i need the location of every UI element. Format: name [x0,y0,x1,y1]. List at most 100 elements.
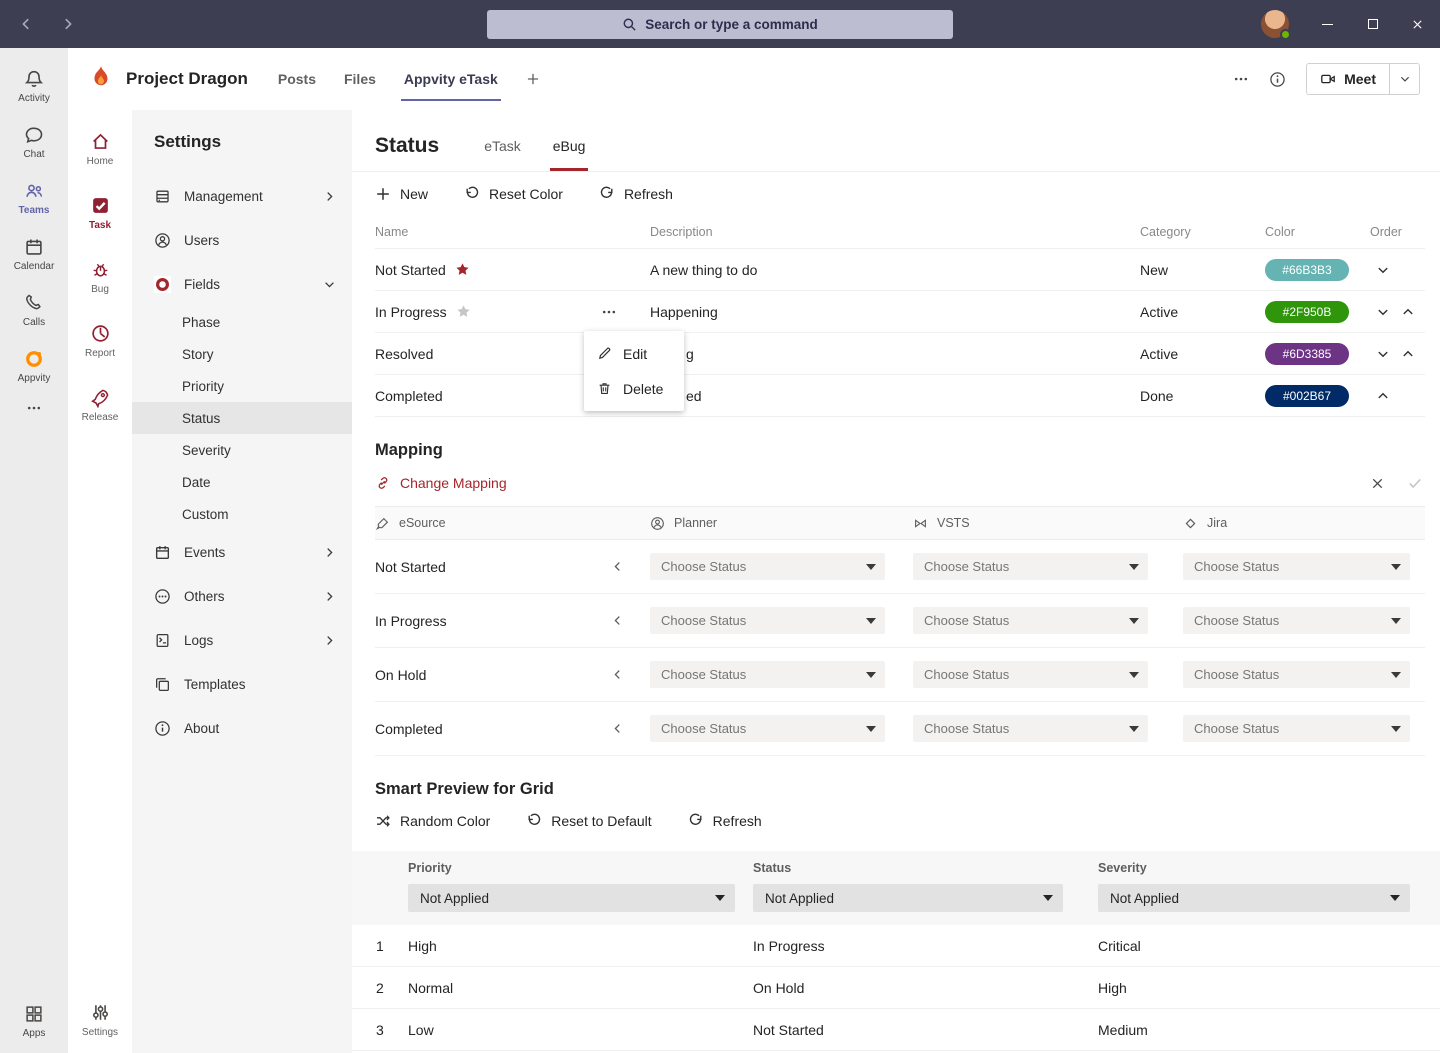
meet-button[interactable]: Meet [1306,63,1420,95]
vsts-status-dropdown[interactable]: Choose Status [913,661,1148,688]
tab-ebug[interactable]: eBug [550,138,589,171]
settings-item-events[interactable]: Events [132,530,352,574]
color-pill[interactable]: #2F950B [1265,301,1349,323]
minimize-button[interactable] [1305,0,1350,48]
tab-etask[interactable]: eTask [481,138,524,171]
jira-status-dropdown[interactable]: Choose Status [1183,715,1410,742]
close-button[interactable] [1395,0,1440,48]
order-down-icon[interactable] [1376,263,1390,277]
collapse-chevron-icon[interactable] [611,668,624,681]
collapse-chevron-icon[interactable] [611,614,624,627]
sidebar-item-chat[interactable]: Chat [0,116,68,168]
sidebar-item-calls[interactable]: Calls [0,284,68,336]
status-filter-dropdown[interactable]: Not Applied [753,884,1063,912]
sidebar-item-activity[interactable]: Activity [0,60,68,112]
planner-status-dropdown[interactable]: Choose Status [650,661,885,688]
more-apps-button[interactable] [26,400,42,416]
planner-status-dropdown[interactable]: Choose Status [650,715,885,742]
fields-donut-icon [154,276,171,293]
module-item-task[interactable]: Task [68,188,132,238]
order-down-icon[interactable] [1376,347,1390,361]
severity-filter-dropdown[interactable]: Not Applied [1098,884,1410,912]
dropdown-arrow-icon [866,726,876,732]
context-menu-edit[interactable]: Edit [584,336,684,371]
order-down-icon[interactable] [1376,305,1390,319]
row-more-button[interactable] [601,291,617,332]
module-item-bug[interactable]: Bug [68,252,132,302]
color-pill[interactable]: #66B3B3 [1265,259,1349,281]
settings-subitem-custom[interactable]: Custom [132,498,352,530]
settings-subitem-status[interactable]: Status [132,402,352,434]
planner-status-dropdown[interactable]: Choose Status [650,607,885,634]
vsts-status-dropdown[interactable]: Choose Status [913,553,1148,580]
forward-button[interactable] [58,14,78,34]
settings-item-others[interactable]: Others [132,574,352,618]
settings-item-about[interactable]: About [132,706,352,750]
vsts-status-dropdown[interactable]: Choose Status [913,715,1148,742]
confirm-mapping-icon[interactable] [1407,475,1423,491]
collapse-chevron-icon[interactable] [611,560,624,573]
refresh-button[interactable]: Refresh [599,186,673,202]
settings-subitem-story[interactable]: Story [132,338,352,370]
settings-item-templates[interactable]: Templates [132,662,352,706]
settings-subitem-phase[interactable]: Phase [132,306,352,338]
jira-status-dropdown[interactable]: Choose Status [1183,553,1410,580]
planner-status-dropdown[interactable]: Choose Status [650,553,885,580]
back-button[interactable] [16,14,36,34]
jira-status-dropdown[interactable]: Choose Status [1183,607,1410,634]
tab-posts[interactable]: Posts [278,48,316,110]
settings-subitem-date[interactable]: Date [132,466,352,498]
settings-item-management[interactable]: Management [132,174,352,218]
reset-to-default-button[interactable]: Reset to Default [526,813,651,829]
cancel-mapping-icon[interactable] [1370,476,1385,491]
sidebar-item-apps[interactable]: Apps [0,995,68,1047]
sidebar-item-appvity[interactable]: Appvity [0,340,68,392]
settings-item-fields[interactable]: Fields [132,262,352,306]
context-menu-delete[interactable]: Delete [584,371,684,406]
color-pill[interactable]: #6D3385 [1265,343,1349,365]
random-color-button[interactable]: Random Color [375,813,490,829]
preview-status: On Hold [753,980,1098,996]
priority-filter-dropdown[interactable]: Not Applied [408,884,735,912]
more-options-button[interactable] [1233,71,1249,87]
favorite-star-icon[interactable] [456,304,471,319]
module-item-release[interactable]: Release [68,380,132,430]
preview-refresh-button[interactable]: Refresh [688,813,762,829]
module-item-home[interactable]: Home [68,124,132,174]
order-up-icon[interactable] [1401,305,1415,319]
order-up-icon[interactable] [1376,389,1390,403]
module-item-settings[interactable]: Settings [68,995,132,1045]
order-up-icon[interactable] [1401,347,1415,361]
new-button[interactable]: New [375,186,428,202]
preview-priority: Normal [408,980,753,996]
add-tab-button[interactable] [526,72,540,86]
color-pill[interactable]: #002B67 [1265,385,1349,407]
maximize-button[interactable] [1350,0,1395,48]
sidebar-item-calendar[interactable]: Calendar [0,228,68,280]
change-mapping-button[interactable]: Change Mapping [375,475,507,491]
avatar[interactable] [1261,10,1289,38]
info-button[interactable] [1269,71,1286,88]
collapse-chevron-icon[interactable] [611,722,624,735]
esource-status: Not Started [375,559,446,575]
sidebar-item-teams[interactable]: Teams [0,172,68,224]
settings-subitem-severity[interactable]: Severity [132,434,352,466]
settings-item-users[interactable]: Users [132,218,352,262]
search-input[interactable]: Search or type a command [487,10,953,39]
settings-item-logs[interactable]: Logs [132,618,352,662]
rail-label: Activity [18,93,50,104]
esource-status: In Progress [375,613,447,629]
rail-label: Chat [23,149,44,160]
vsts-status-dropdown[interactable]: Choose Status [913,607,1148,634]
dropdown-arrow-icon [1391,672,1401,678]
reset-color-button[interactable]: Reset Color [464,186,563,202]
jira-status-dropdown[interactable]: Choose Status [1183,661,1410,688]
dropdown-arrow-icon [715,895,725,901]
mapping-title: Mapping [352,417,1440,460]
tab-files[interactable]: Files [344,48,376,110]
favorite-star-icon[interactable] [455,262,470,277]
tab-appvity-etask[interactable]: Appvity eTask [404,48,498,110]
module-item-report[interactable]: Report [68,316,132,366]
meet-dropdown-button[interactable] [1389,64,1419,94]
settings-subitem-priority[interactable]: Priority [132,370,352,402]
